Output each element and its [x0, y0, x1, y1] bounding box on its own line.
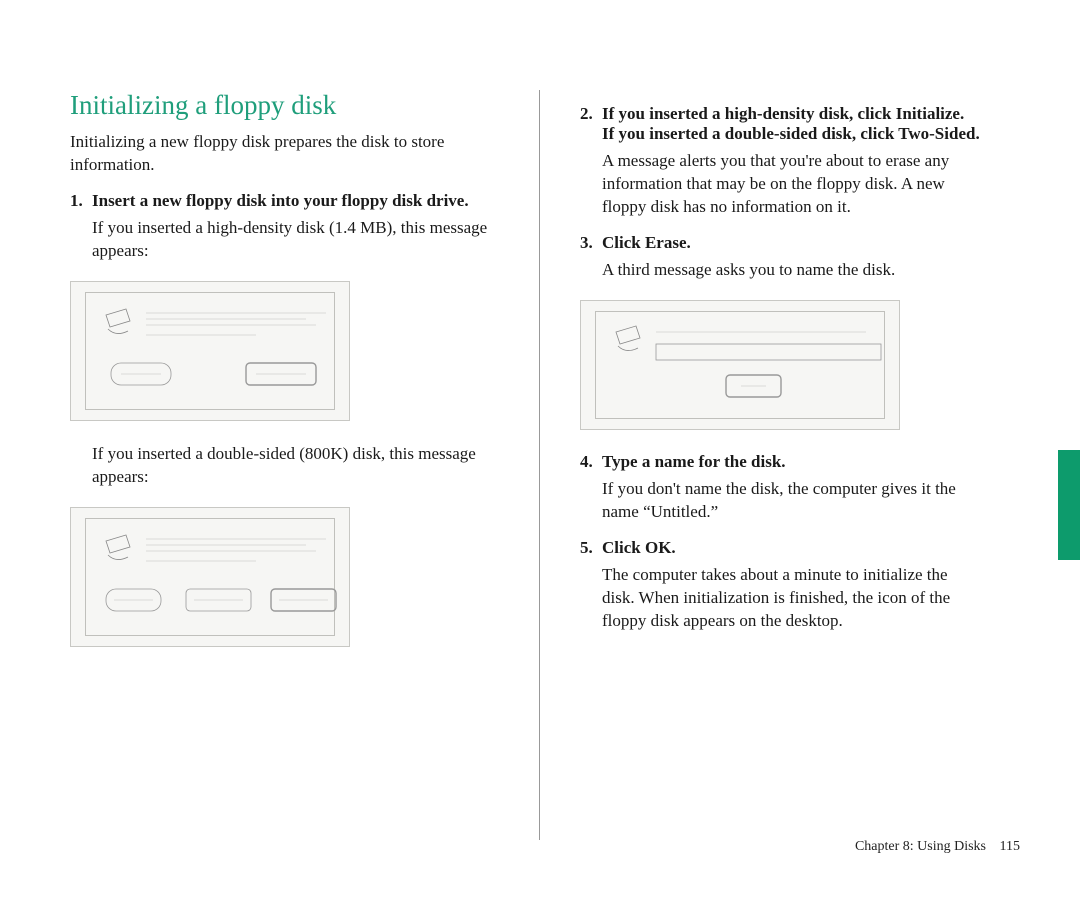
chapter-tab-marker: [1058, 450, 1080, 560]
step-2-line-a: If you inserted a high-density disk, cli…: [602, 104, 964, 123]
section-heading: Initializing a floppy disk: [70, 90, 509, 121]
dialog-figure-double-sided: [70, 507, 350, 647]
step-text: Type a name for the disk.: [602, 452, 980, 472]
step-text: Insert a new floppy disk into your flopp…: [92, 191, 509, 211]
step-text: Click Erase.: [602, 233, 980, 253]
step-1-note-b: If you inserted a double-sided (800K) di…: [70, 443, 509, 489]
intro-text: Initializing a new floppy disk prepares …: [70, 131, 509, 177]
step-number: 4.: [580, 452, 602, 472]
step-number: 2.: [580, 104, 602, 144]
step-2-note: A message alerts you that you're about t…: [580, 150, 980, 219]
step-4: 4. Type a name for the disk.: [580, 452, 980, 472]
step-4-note: If you don't name the disk, the computer…: [580, 478, 980, 524]
step-2-line-b: If you inserted a double-sided disk, cli…: [602, 124, 980, 143]
step-3-note: A third message asks you to name the dis…: [580, 259, 980, 282]
step-number: 3.: [580, 233, 602, 253]
step-text: If you inserted a high-density disk, cli…: [602, 104, 980, 144]
page-footer: Chapter 8: Using Disks 115: [855, 839, 1020, 855]
step-2: 2. If you inserted a high-density disk, …: [580, 104, 980, 144]
page-number: 115: [1000, 839, 1020, 854]
step-1-note-a: If you inserted a high-density disk (1.4…: [70, 217, 509, 263]
step-text: Click OK.: [602, 538, 980, 558]
chapter-label: Chapter 8: Using Disks: [855, 839, 986, 854]
left-column: Initializing a floppy disk Initializing …: [70, 90, 540, 840]
step-5-note: The computer takes about a minute to ini…: [580, 564, 980, 633]
dialog-figure-high-density: [70, 281, 350, 421]
step-5: 5. Click OK.: [580, 538, 980, 558]
step-number: 5.: [580, 538, 602, 558]
manual-page: Initializing a floppy disk Initializing …: [0, 0, 1080, 900]
step-1: 1. Insert a new floppy disk into your fl…: [70, 191, 509, 211]
dialog-figure-name-disk: [580, 300, 900, 430]
step-number: 1.: [70, 191, 92, 211]
step-3: 3. Click Erase.: [580, 233, 980, 253]
right-column: 2. If you inserted a high-density disk, …: [540, 90, 1010, 840]
